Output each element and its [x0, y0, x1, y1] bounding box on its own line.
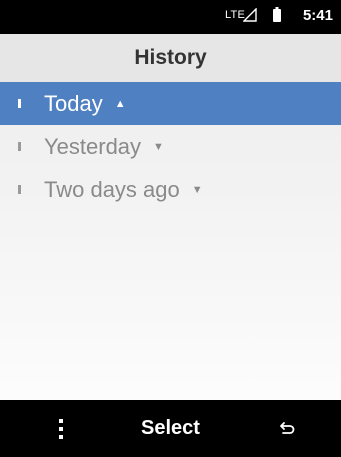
bullet-marker-icon: [18, 99, 21, 108]
bullet-marker-icon: [18, 142, 21, 151]
signal-icon: [243, 8, 257, 22]
caret-down-icon: ▼: [153, 141, 164, 153]
list-item-label: Yesterday: [44, 134, 142, 159]
clock: 5:41: [302, 7, 333, 24]
back-icon[interactable]: [279, 420, 295, 436]
network-type: LTE: [225, 9, 245, 21]
list-item-yesterday[interactable]: Yesterday ▼: [0, 125, 341, 168]
status-bar: LTE 5:41: [0, 0, 341, 34]
history-list: Today ▲ Yesterday ▼ Two days ago ▼: [0, 82, 341, 211]
list-item-label: Today: [44, 91, 103, 116]
caret-down-icon: ▼: [191, 184, 203, 196]
bullet-marker-icon: [18, 185, 21, 194]
page-title: History: [0, 34, 341, 82]
softkey-bar: Select: [0, 400, 341, 457]
history-screen: LTE 5:41 History Today ▲ Yesterday ▼ Two d: [0, 0, 341, 457]
list-item-label: Two days ago: [44, 177, 180, 202]
battery-icon: [273, 7, 281, 22]
list-item-two-days-ago[interactable]: Two days ago ▼: [0, 168, 341, 211]
caret-up-icon: ▲: [114, 98, 126, 110]
list-item-today[interactable]: Today ▲: [0, 82, 341, 125]
